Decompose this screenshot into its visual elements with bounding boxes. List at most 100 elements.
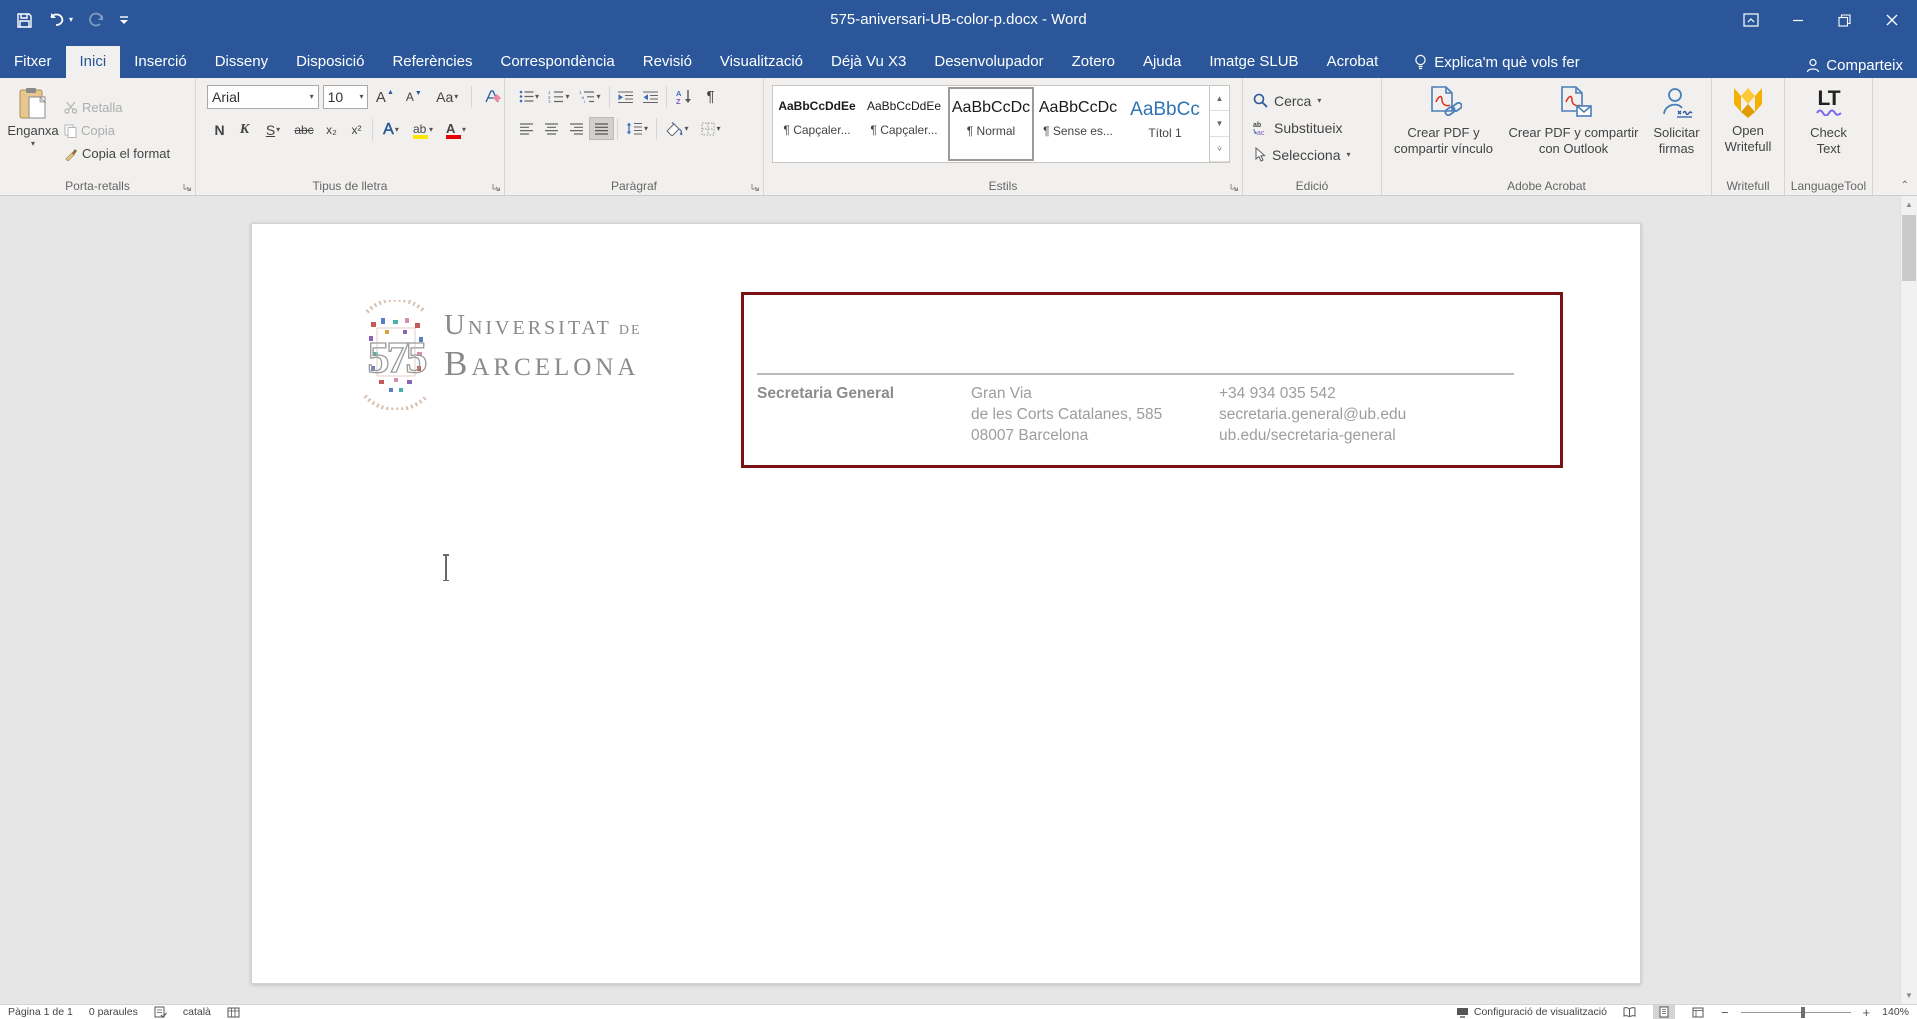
create-pdf-outlook-button[interactable]: Crear PDF y compartircon Outlook xyxy=(1507,82,1641,178)
align-center-button[interactable] xyxy=(539,117,564,140)
tab-disposicio[interactable]: Disposició xyxy=(282,46,378,78)
tab-insercio[interactable]: Inserció xyxy=(120,46,201,78)
ribbon-display-options-button[interactable] xyxy=(1727,0,1774,40)
borders-button[interactable]: ▾ xyxy=(694,117,728,140)
tab-referencies[interactable]: Referències xyxy=(378,46,486,78)
document-page[interactable]: 575 Universitat de Barcelona Secretaria … xyxy=(251,223,1641,984)
font-color-button[interactable]: A ▾ xyxy=(440,118,472,141)
zoom-level[interactable]: 140% xyxy=(1882,1006,1909,1018)
sort-button[interactable]: AZ xyxy=(670,85,698,108)
clear-formatting-button[interactable] xyxy=(479,86,504,109)
font-size-combo[interactable]: 10▾ xyxy=(323,85,369,109)
read-mode-button[interactable] xyxy=(1619,1005,1641,1019)
tab-imatge-slub[interactable]: Imatge SLUB xyxy=(1195,46,1312,78)
underline-button[interactable]: S▾ xyxy=(257,118,289,141)
line-spacing-button[interactable]: ▾ xyxy=(621,117,653,140)
collapse-ribbon-icon[interactable]: ⌃ xyxy=(1901,180,1909,191)
font-family-combo[interactable]: Arial▾ xyxy=(207,85,319,109)
undo-button[interactable]: ▾ xyxy=(47,12,73,28)
check-text-button[interactable]: LT CheckText xyxy=(1789,82,1869,178)
numbering-caret[interactable]: ▾ xyxy=(565,93,569,101)
tab-ajuda[interactable]: Ajuda xyxy=(1129,46,1195,78)
paste-dropdown-caret[interactable]: ▾ xyxy=(31,140,35,148)
tab-acrobat[interactable]: Acrobat xyxy=(1313,46,1393,78)
text-effects-caret[interactable]: ▾ xyxy=(395,126,399,134)
tab-correspondencia[interactable]: Correspondència xyxy=(486,46,628,78)
underline-caret[interactable]: ▾ xyxy=(276,126,280,134)
scroll-up-icon[interactable]: ▲ xyxy=(1901,196,1917,213)
justify-button[interactable] xyxy=(589,117,614,140)
change-case-button[interactable]: Aa▾ xyxy=(430,86,464,109)
tab-revisio[interactable]: Revisió xyxy=(629,46,706,78)
web-layout-button[interactable] xyxy=(1687,1005,1709,1019)
increase-indent-button[interactable] xyxy=(638,85,663,108)
bold-button[interactable]: N xyxy=(207,118,232,141)
subscript-button[interactable]: x₂ xyxy=(319,118,344,141)
scroll-down-icon[interactable]: ▼ xyxy=(1901,987,1917,1004)
numbering-button[interactable]: 123 ▾ xyxy=(544,85,574,108)
shrink-font-button[interactable]: A▼ xyxy=(401,86,426,109)
vertical-scrollbar[interactable]: ▲ ▼ xyxy=(1900,196,1917,1004)
minimize-button[interactable] xyxy=(1774,0,1821,40)
select-button[interactable]: Selecciona ▾ xyxy=(1243,141,1381,168)
zoom-slider-thumb[interactable] xyxy=(1801,1007,1805,1018)
clipboard-dialog-launcher-icon[interactable] xyxy=(182,182,192,192)
paragraph-dialog-launcher-icon[interactable] xyxy=(750,182,760,192)
copy-button[interactable]: Copia xyxy=(61,119,173,142)
save-button[interactable] xyxy=(16,12,33,29)
display-settings-button[interactable]: Configuració de visualització xyxy=(1456,1006,1607,1018)
zoom-slider[interactable] xyxy=(1741,1012,1851,1013)
zoom-out-button[interactable]: − xyxy=(1721,1005,1729,1019)
scrollbar-thumb[interactable] xyxy=(1902,215,1916,281)
shading-button[interactable]: ▾ xyxy=(660,117,694,140)
language-indicator[interactable]: català xyxy=(183,1006,211,1018)
redo-button[interactable] xyxy=(87,12,105,28)
style-sense-espaiat[interactable]: AaBbCcDc ¶ Sense es... xyxy=(1035,87,1121,161)
cut-button[interactable]: Retalla xyxy=(61,96,173,119)
create-pdf-link-button[interactable]: Crear PDF ycompartir vínculo xyxy=(1385,82,1503,178)
tell-me-box[interactable]: Explica'm què vols fer xyxy=(1414,46,1579,78)
align-right-button[interactable] xyxy=(564,117,589,140)
superscript-button[interactable]: x² xyxy=(344,118,369,141)
multilevel-list-button[interactable]: 1ai ▾ xyxy=(574,85,606,108)
highlight-color-button[interactable]: ab ▾ xyxy=(406,118,440,141)
font-color-caret[interactable]: ▾ xyxy=(462,126,466,134)
font-dialog-launcher-icon[interactable] xyxy=(491,182,501,192)
styles-more-icon[interactable]: ⩒ xyxy=(1210,137,1229,162)
style-titol1[interactable]: AaBbCc Títol 1 xyxy=(1122,87,1208,161)
replace-button[interactable]: abac Substitueix xyxy=(1243,114,1381,141)
styles-scroll-down-icon[interactable]: ▼ xyxy=(1210,111,1229,136)
spellcheck-icon[interactable] xyxy=(154,1006,167,1018)
strikethrough-button[interactable]: abc xyxy=(289,118,319,141)
bullets-caret[interactable]: ▾ xyxy=(535,93,539,101)
align-left-button[interactable] xyxy=(514,117,539,140)
styles-scroll-up-icon[interactable]: ▲ xyxy=(1210,86,1229,111)
italic-button[interactable]: K xyxy=(232,118,257,141)
restore-button[interactable] xyxy=(1821,0,1868,40)
close-button[interactable] xyxy=(1868,0,1915,40)
styles-dialog-launcher-icon[interactable] xyxy=(1229,182,1239,192)
tab-disseny[interactable]: Disseny xyxy=(201,46,282,78)
line-spacing-caret[interactable]: ▾ xyxy=(644,125,648,133)
word-count[interactable]: 0 paraules xyxy=(89,1006,138,1018)
show-marks-button[interactable]: ¶ xyxy=(698,85,723,108)
share-button[interactable]: Comparteix xyxy=(1806,57,1903,74)
undo-dropdown-caret[interactable]: ▾ xyxy=(69,16,73,24)
text-effects-button[interactable]: A▾ xyxy=(376,118,406,141)
tab-visualitzacio[interactable]: Visualització xyxy=(706,46,817,78)
tab-desenvolupador[interactable]: Desenvolupador xyxy=(920,46,1057,78)
tab-fitxer[interactable]: Fitxer xyxy=(0,46,66,78)
customize-qat-button[interactable] xyxy=(119,15,129,25)
grow-font-button[interactable]: A▲ xyxy=(372,86,397,109)
multilevel-caret[interactable]: ▾ xyxy=(596,93,600,101)
borders-caret[interactable]: ▾ xyxy=(716,125,720,133)
decrease-indent-button[interactable] xyxy=(613,85,638,108)
style-normal[interactable]: AaBbCcDc ¶ Normal xyxy=(948,87,1034,161)
tab-zotero[interactable]: Zotero xyxy=(1058,46,1129,78)
macro-record-icon[interactable] xyxy=(227,1007,240,1018)
print-layout-button[interactable] xyxy=(1653,1005,1675,1019)
open-writefull-button[interactable]: OpenWritefull xyxy=(1714,82,1782,178)
style-capcalera2[interactable]: AaBbCcDdEe ¶ Capçaler... xyxy=(861,87,947,161)
paste-button[interactable]: Enganxa ▾ xyxy=(5,84,61,176)
zoom-in-button[interactable]: + xyxy=(1863,1005,1871,1019)
